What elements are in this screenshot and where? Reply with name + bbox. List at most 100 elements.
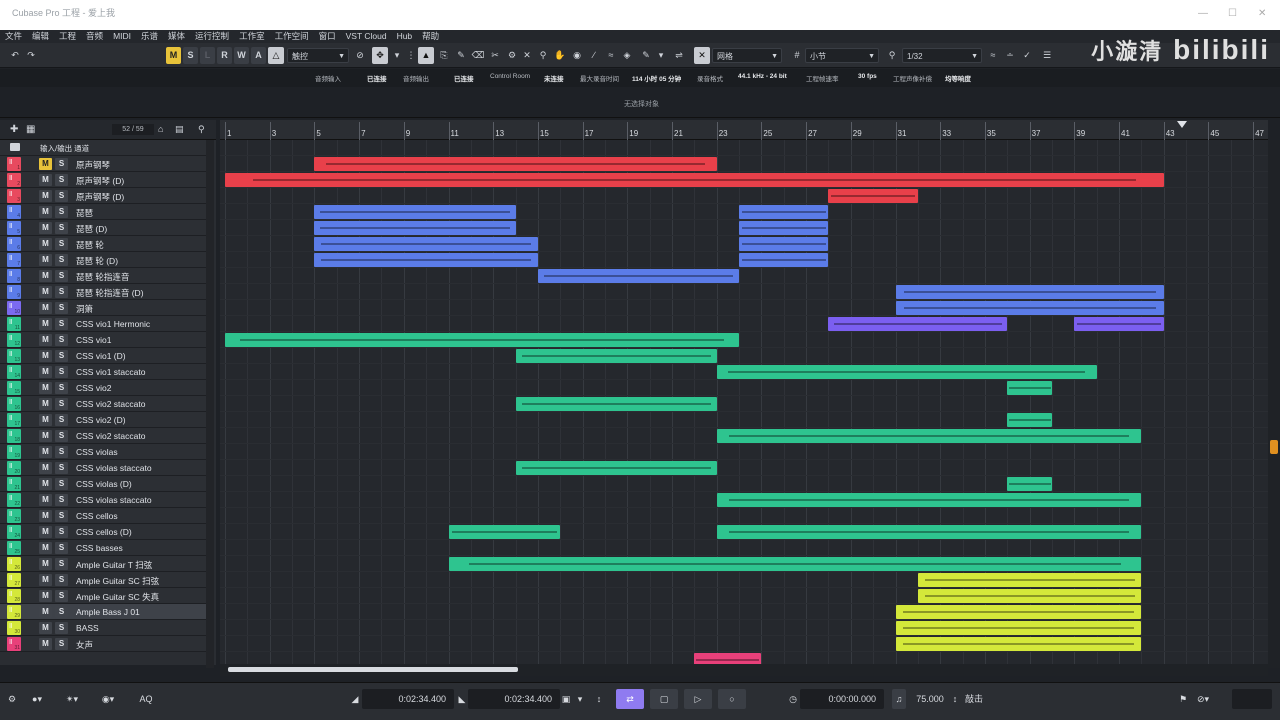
- maximize-icon[interactable]: ☐: [1228, 8, 1237, 19]
- track-row[interactable]: Ⅱ 8 M S 琵琶 轮指连音: [0, 268, 210, 284]
- vertical-scrollbar[interactable]: [1268, 140, 1280, 668]
- track-mute-button[interactable]: M: [39, 574, 52, 586]
- instrument-track-icon[interactable]: Ⅱ 30: [7, 621, 21, 635]
- track-mute-button[interactable]: M: [39, 190, 52, 202]
- instrument-track-icon[interactable]: Ⅱ 10: [7, 301, 21, 315]
- chevron-down-icon[interactable]: ▾: [656, 47, 666, 64]
- instrument-track-icon[interactable]: Ⅱ 20: [7, 461, 21, 475]
- track-mute-button[interactable]: M: [39, 174, 52, 186]
- midi-part[interactable]: [895, 605, 1142, 619]
- nudge-mode-icon[interactable]: ✴▾: [60, 689, 84, 709]
- track-lane[interactable]: [220, 476, 1268, 492]
- track-mute-button[interactable]: M: [39, 542, 52, 554]
- track-solo-button[interactable]: S: [55, 334, 68, 346]
- tempo-track-icon[interactable]: ♫: [892, 689, 906, 709]
- solo-state-button[interactable]: S: [183, 47, 198, 64]
- track-row[interactable]: Ⅱ 16 M S CSS vio2 staccato: [0, 396, 210, 412]
- aq-button[interactable]: AQ: [134, 689, 158, 709]
- instrument-track-icon[interactable]: Ⅱ6: [7, 237, 21, 251]
- midi-part[interactable]: [515, 461, 717, 475]
- folder-icon[interactable]: ▦: [26, 124, 35, 135]
- track-solo-button[interactable]: S: [55, 286, 68, 298]
- instrument-track-icon[interactable]: Ⅱ 23: [7, 509, 21, 523]
- instrument-track-icon[interactable]: Ⅱ9: [7, 285, 21, 299]
- track-mute-button[interactable]: M: [39, 558, 52, 570]
- midi-part[interactable]: [1007, 381, 1052, 395]
- instrument-track-icon[interactable]: Ⅱ 17: [7, 413, 21, 427]
- grid-type-select[interactable]: 小节 ▼: [805, 48, 879, 63]
- track-row[interactable]: Ⅱ 19 M S CSS violas: [0, 444, 210, 460]
- track-solo-button[interactable]: S: [55, 494, 68, 506]
- track-lane[interactable]: [220, 508, 1268, 524]
- midi-part[interactable]: [739, 221, 829, 235]
- track-lane[interactable]: [220, 188, 1268, 204]
- instrument-track-icon[interactable]: Ⅱ 16: [7, 397, 21, 411]
- sync-icon[interactable]: ⊘▾: [1194, 689, 1212, 709]
- midi-part[interactable]: [828, 317, 1008, 331]
- midi-part[interactable]: [716, 525, 1142, 539]
- close-icon[interactable]: ✕: [1258, 8, 1266, 19]
- instrument-track-icon[interactable]: Ⅱ3: [7, 189, 21, 203]
- right-locator-time[interactable]: 0:02:34.400: [468, 689, 560, 709]
- instrument-track-icon[interactable]: Ⅱ 31: [7, 637, 21, 651]
- menu-item-12[interactable]: Hub: [392, 30, 418, 43]
- track-mute-button[interactable]: M: [39, 430, 52, 442]
- read-automation-button[interactable]: R: [217, 47, 232, 64]
- midi-part[interactable]: [515, 349, 717, 363]
- track-mute-button[interactable]: M: [39, 414, 52, 426]
- track-mute-button[interactable]: M: [39, 270, 52, 282]
- instrument-track-icon[interactable]: Ⅱ1: [7, 157, 21, 171]
- track-solo-button[interactable]: S: [55, 446, 68, 458]
- mute-tool-icon[interactable]: ⊘: [353, 47, 367, 64]
- midi-part[interactable]: [917, 589, 1142, 603]
- record-mode-icon[interactable]: ●▾: [26, 689, 48, 709]
- midi-part[interactable]: [1074, 317, 1164, 331]
- menu-item-0[interactable]: 文件: [0, 30, 27, 43]
- more-icon[interactable]: ⋮: [406, 47, 416, 64]
- punch-out-icon[interactable]: ↕: [592, 689, 606, 709]
- track-solo-button[interactable]: S: [55, 174, 68, 186]
- midi-part[interactable]: [828, 189, 918, 203]
- write-automation-button[interactable]: W: [234, 47, 249, 64]
- midi-part[interactable]: [895, 637, 1142, 651]
- menu-icon[interactable]: ☰: [1040, 47, 1054, 64]
- track-solo-button[interactable]: S: [55, 414, 68, 426]
- track-lane[interactable]: [220, 348, 1268, 364]
- midi-part[interactable]: [895, 285, 1164, 299]
- chat-icon[interactable]: ✎: [638, 47, 654, 64]
- track-solo-button[interactable]: S: [55, 526, 68, 538]
- track-mute-button[interactable]: M: [39, 590, 52, 602]
- glue-tool-icon[interactable]: ⚙: [505, 47, 519, 64]
- track-row[interactable]: Ⅱ 1 M S 原声钢琴: [0, 156, 210, 172]
- track-row[interactable]: Ⅱ 14 M S CSS vio1 staccato: [0, 364, 210, 380]
- settings-icon[interactable]: ⚙: [4, 689, 20, 709]
- midi-part[interactable]: [895, 621, 1142, 635]
- vertical-zoom-handle[interactable]: [1270, 440, 1278, 454]
- menu-item-13[interactable]: 帮助: [417, 30, 444, 43]
- draw-tool-icon[interactable]: ✎: [454, 47, 468, 64]
- instrument-track-icon[interactable]: Ⅱ 29: [7, 605, 21, 619]
- track-row[interactable]: Ⅱ 12 M S CSS vio1: [0, 332, 210, 348]
- track-row[interactable]: Ⅱ 6 M S 琵琶 轮: [0, 236, 210, 252]
- line-tool-icon[interactable]: ∕: [587, 47, 601, 64]
- ruler[interactable]: 1 3 5 7 9 11 13 15 17 19 21 23 25 27 29 31 33 35 37 39 41 43 4…: [220, 120, 1268, 140]
- instrument-track-icon[interactable]: Ⅱ 21: [7, 477, 21, 491]
- track-row[interactable]: Ⅱ 15 M S CSS vio2: [0, 380, 210, 396]
- track-mute-button[interactable]: M: [39, 158, 52, 170]
- instrument-track-icon[interactable]: Ⅱ 28: [7, 589, 21, 603]
- minimize-icon[interactable]: —: [1198, 8, 1208, 19]
- iterative-quantize-icon[interactable]: ∸: [1003, 47, 1017, 64]
- track-solo-button[interactable]: S: [55, 606, 68, 618]
- erase-tool-icon[interactable]: ⌫: [471, 47, 485, 64]
- marker-icon[interactable]: ⚑: [1176, 689, 1190, 709]
- automation-mode-select[interactable]: 触控 ▼: [287, 48, 349, 63]
- lock-icon[interactable]: ▣: [560, 689, 572, 709]
- track-mute-button[interactable]: M: [39, 382, 52, 394]
- nudge-icon[interactable]: ⇌: [672, 47, 686, 64]
- instrument-track-icon[interactable]: Ⅱ4: [7, 205, 21, 219]
- snap-type-select[interactable]: 网格 ▼: [712, 48, 782, 63]
- position-time[interactable]: 0:00:00.000: [800, 689, 884, 709]
- project-end-marker-icon[interactable]: [1177, 121, 1187, 128]
- midi-part[interactable]: [895, 301, 1164, 315]
- undo-icon[interactable]: ↶: [8, 47, 22, 64]
